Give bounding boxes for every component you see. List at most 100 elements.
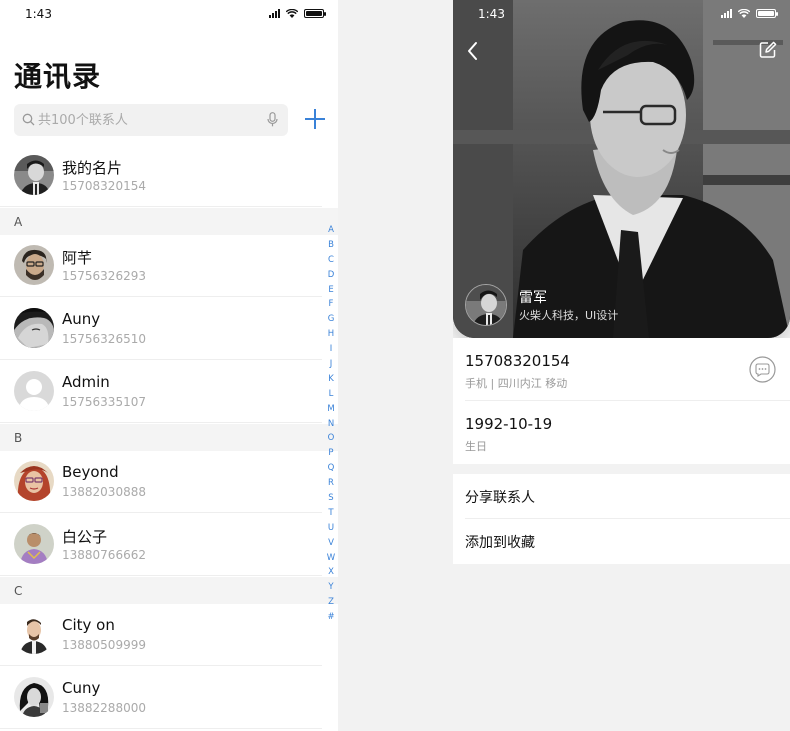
- index-letter[interactable]: A: [328, 223, 334, 238]
- contact-name: Auny: [62, 310, 101, 328]
- index-letter[interactable]: #: [327, 610, 334, 625]
- wifi-icon: [286, 9, 298, 18]
- profile-subtitle: 火柴人科技，UI设计: [519, 309, 619, 322]
- contact-phone: 15756335107: [62, 395, 146, 409]
- index-letter[interactable]: R: [328, 476, 334, 491]
- contact-row[interactable]: Auny 15756326510: [0, 297, 322, 360]
- section-header-c: C: [0, 577, 338, 604]
- section-header-a: A: [0, 208, 338, 235]
- status-bar: 1:43: [0, 0, 338, 28]
- contact-name: City on: [62, 616, 115, 634]
- avatar: [14, 371, 54, 411]
- contact-name: Beyond: [62, 463, 119, 481]
- index-letter[interactable]: N: [328, 417, 334, 432]
- contact-phone: 13882030888: [62, 485, 146, 499]
- birthday-detail-row: 1992-10-19 生日: [465, 401, 790, 464]
- birthday-value: 1992-10-19: [465, 415, 553, 433]
- contact-phone: 15756326293: [62, 269, 146, 283]
- index-letter[interactable]: T: [328, 506, 333, 521]
- index-letter[interactable]: Y: [328, 580, 333, 595]
- battery-icon: [304, 9, 326, 18]
- index-letter[interactable]: G: [328, 312, 335, 327]
- index-letter[interactable]: S: [328, 491, 333, 506]
- avatar: [14, 245, 54, 285]
- back-arrow-icon[interactable]: [463, 40, 483, 62]
- index-letter[interactable]: W: [327, 551, 335, 566]
- search-icon: [22, 113, 35, 126]
- microphone-icon[interactable]: [267, 112, 278, 127]
- contact-phone: 15708320154: [62, 179, 146, 193]
- index-letter[interactable]: D: [328, 268, 335, 283]
- index-letter[interactable]: Z: [328, 595, 334, 610]
- phone-label: 手机 | 四川内江 移动: [465, 377, 568, 390]
- index-letter[interactable]: F: [329, 297, 334, 312]
- avatar: [14, 524, 54, 564]
- signal-icon: [721, 9, 732, 18]
- status-time: 1:43: [25, 7, 52, 21]
- phone-detail-row[interactable]: 15708320154 手机 | 四川内江 移动: [465, 338, 790, 401]
- contact-row[interactable]: Cuny 13882288000: [0, 666, 322, 729]
- index-letter[interactable]: M: [327, 402, 334, 417]
- contacts-screen: 1:43 通讯录 我的名片 15708320154 A 阿芊 157563262…: [0, 0, 338, 731]
- index-letter[interactable]: C: [328, 253, 334, 268]
- avatar: [14, 155, 54, 195]
- index-letter[interactable]: V: [328, 536, 334, 551]
- index-letter[interactable]: U: [328, 521, 334, 536]
- my-card-row[interactable]: 我的名片 15708320154: [0, 144, 322, 207]
- index-letter[interactable]: B: [328, 238, 334, 253]
- avatar: [14, 461, 54, 501]
- index-letter[interactable]: I: [330, 342, 333, 357]
- search-bar[interactable]: [14, 104, 288, 136]
- contact-phone: 15756326510: [62, 332, 146, 346]
- add-contact-button[interactable]: [302, 106, 328, 132]
- index-letter[interactable]: E: [328, 283, 333, 298]
- contact-row[interactable]: City on 13880509999: [0, 603, 322, 666]
- page-title: 通讯录: [14, 60, 102, 93]
- contact-row[interactable]: Beyond 13882030888: [0, 450, 322, 513]
- contact-phone: 13882288000: [62, 701, 146, 715]
- search-input[interactable]: [38, 104, 258, 136]
- index-letter[interactable]: Q: [328, 461, 335, 476]
- profile-avatar: [465, 284, 507, 326]
- index-letter[interactable]: O: [328, 431, 335, 446]
- wifi-icon: [738, 9, 750, 18]
- index-letter[interactable]: K: [328, 372, 334, 387]
- contact-name: Cuny: [62, 679, 101, 697]
- contact-phone: 13880509999: [62, 638, 146, 652]
- contact-row[interactable]: 阿芊 15756326293: [0, 234, 322, 297]
- contact-name: 我的名片: [62, 159, 123, 177]
- phone-number: 15708320154: [465, 352, 570, 370]
- index-letter[interactable]: L: [329, 387, 334, 402]
- contact-name: Admin: [62, 373, 110, 391]
- index-letter[interactable]: H: [328, 327, 334, 342]
- contact-row[interactable]: 白公子 13880766662: [0, 513, 322, 576]
- battery-icon: [756, 9, 778, 18]
- avatar: [14, 614, 54, 654]
- status-bar: 1:43: [453, 0, 790, 28]
- contact-detail-screen: 1:43 雷军 火柴人科技，UI设计 15708320154 手机 | 四川内江…: [453, 0, 790, 731]
- contact-name: 阿芊: [62, 249, 93, 267]
- signal-icon: [269, 9, 280, 18]
- contact-row[interactable]: Admin 15756335107: [0, 360, 322, 423]
- index-letter[interactable]: J: [330, 357, 333, 372]
- status-icons: [269, 9, 326, 18]
- status-time: 1:43: [478, 7, 505, 21]
- section-header-b: B: [0, 424, 338, 451]
- add-to-favorites-button[interactable]: 添加到收藏: [465, 519, 790, 564]
- index-letter[interactable]: X: [328, 565, 334, 580]
- alphabet-index[interactable]: A B C D E F G H I J K L M N O P Q R S T …: [325, 223, 337, 625]
- profile-photo: [453, 0, 790, 338]
- contact-name: 白公子: [62, 528, 108, 546]
- status-icons: [721, 9, 778, 18]
- edit-icon[interactable]: [758, 40, 778, 60]
- contact-phone: 13880766662: [62, 548, 146, 562]
- birthday-label: 生日: [465, 440, 487, 453]
- message-icon[interactable]: [749, 356, 776, 383]
- avatar: [14, 308, 54, 348]
- actions-card: 分享联系人 添加到收藏: [453, 474, 790, 564]
- avatar: [14, 677, 54, 717]
- share-contact-button[interactable]: 分享联系人: [465, 474, 790, 519]
- profile-name: 雷军: [519, 290, 547, 306]
- index-letter[interactable]: P: [328, 446, 333, 461]
- details-card: 15708320154 手机 | 四川内江 移动 1992-10-19 生日: [453, 338, 790, 464]
